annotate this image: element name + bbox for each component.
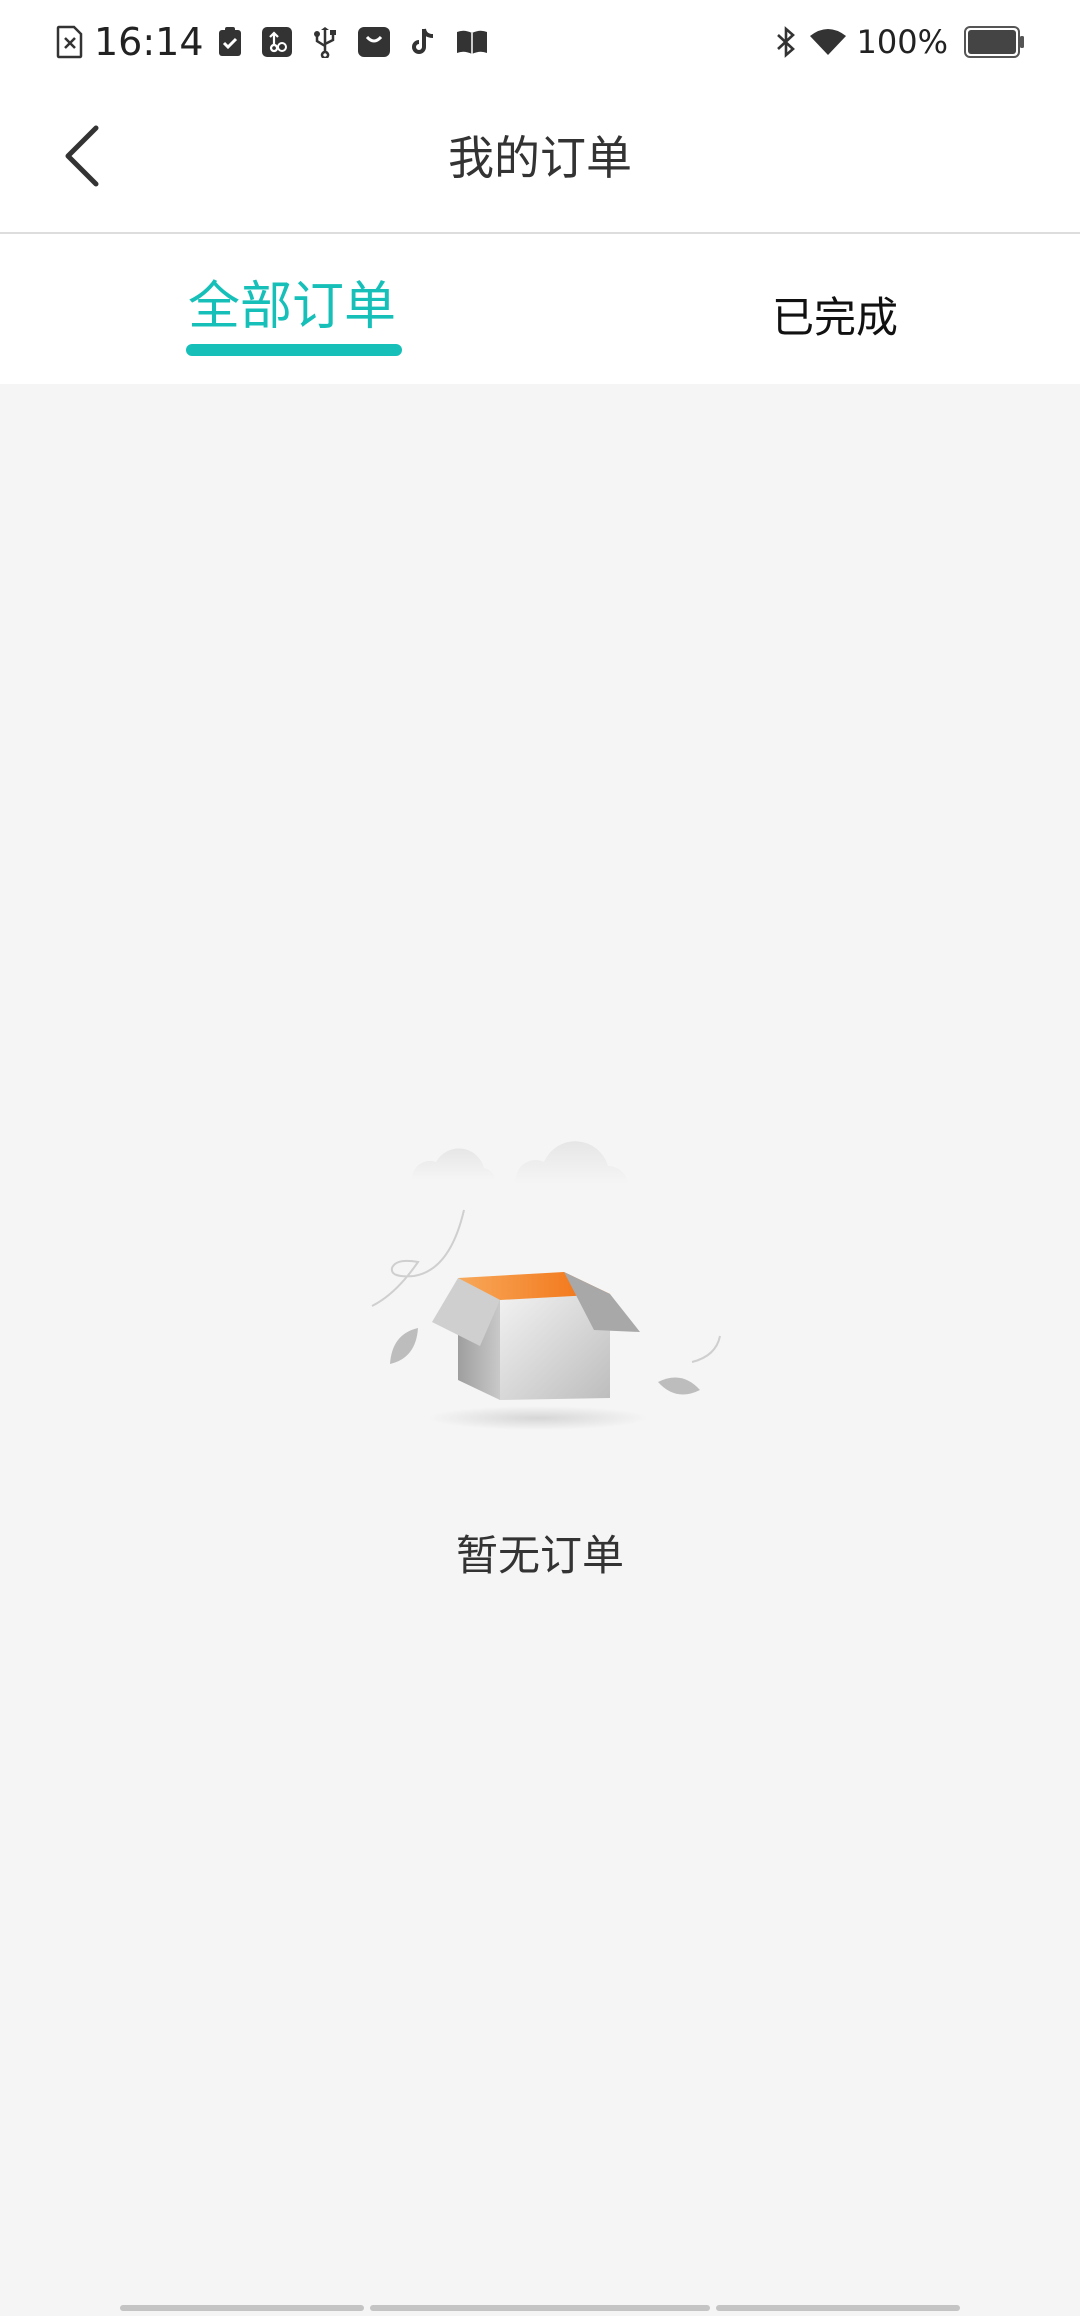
bluetooth-icon <box>775 26 797 58</box>
back-button[interactable] <box>42 118 122 198</box>
battery-icon <box>964 26 1024 58</box>
battery-percent: 100% <box>856 23 948 61</box>
tab-completed-label: 已完成 <box>771 293 898 342</box>
status-bar-right: 100% <box>775 16 1024 68</box>
leaf-icon <box>658 1377 700 1395</box>
sim-error-icon <box>56 25 84 59</box>
home-indicator-segment <box>716 2305 960 2311</box>
status-time: 16:14 <box>94 20 204 64</box>
wifi-icon <box>809 27 847 57</box>
open-box-icon <box>348 1110 728 1440</box>
home-indicator-segment <box>120 2305 364 2311</box>
tiktok-icon <box>410 27 436 57</box>
usb-debug-icon <box>261 27 292 57</box>
order-tabs: 全部订单 已完成 <box>0 234 1080 384</box>
book-icon <box>456 29 488 55</box>
cloud-icon <box>411 1141 628 1184</box>
page-title: 我的订单 <box>448 131 632 185</box>
nav-bar: 我的订单 <box>0 84 1080 234</box>
empty-state-text: 暂无订单 <box>455 1531 624 1580</box>
tab-active-indicator <box>186 344 402 356</box>
status-bar: 16:14 100% <box>0 0 1080 84</box>
clipboard-check-icon <box>218 27 242 57</box>
status-bar-left: 16:14 <box>56 16 488 68</box>
shopping-bag-icon <box>357 27 390 57</box>
leaf-icon <box>390 1328 418 1364</box>
home-indicator[interactable] <box>120 2305 966 2311</box>
tab-all-orders-label: 全部订单 <box>187 277 396 337</box>
home-indicator-segment <box>370 2305 710 2311</box>
tab-all-orders[interactable]: 全部订单 <box>180 234 404 384</box>
usb-icon <box>312 26 338 58</box>
chevron-left-icon <box>62 124 102 192</box>
tab-completed[interactable]: 已完成 <box>735 234 935 384</box>
